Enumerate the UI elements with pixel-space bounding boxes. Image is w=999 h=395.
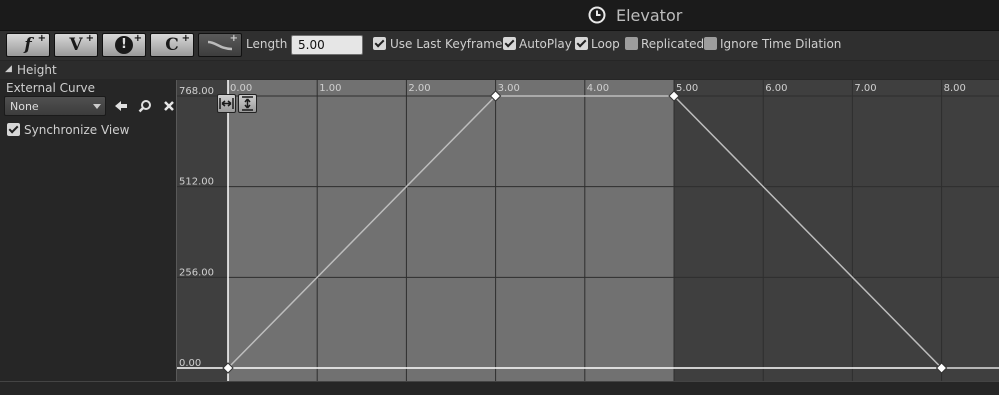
browse-asset-button[interactable] <box>137 98 153 114</box>
synchronize-view-label: Synchronize View <box>24 123 130 137</box>
close-icon <box>164 101 174 111</box>
add-event-track-button[interactable]: ! + <box>102 33 146 57</box>
x-tick-label: 5.00 <box>676 83 698 94</box>
x-tick-label: 3.00 <box>498 83 520 94</box>
y-tick-label: 256.00 <box>179 267 214 278</box>
replicated-label: Replicated <box>641 37 705 51</box>
use-selected-asset-button[interactable] <box>113 98 129 114</box>
x-tick-label: 6.00 <box>765 83 787 94</box>
x-tick-label: 4.00 <box>587 83 609 94</box>
collapse-arrow-icon[interactable]: ◢ <box>5 64 12 74</box>
add-float-track-button[interactable]: f + <box>6 33 50 57</box>
float-track-icon: f <box>24 35 32 55</box>
autoplay-label: AutoPlay <box>519 37 572 51</box>
y-tick-label: 512.00 <box>179 177 214 188</box>
replicated-checkbox[interactable] <box>625 37 638 50</box>
arrow-left-icon <box>115 101 127 111</box>
x-tick-label: 7.00 <box>854 83 876 94</box>
use-last-keyframe-checkbox[interactable] <box>373 37 386 50</box>
track-header[interactable]: ◢ Height <box>0 61 999 79</box>
chevron-down-icon <box>93 104 101 109</box>
x-tick-label: 8.00 <box>944 83 966 94</box>
length-label: Length <box>246 37 288 51</box>
add-vector-track-button[interactable]: V + <box>54 33 98 57</box>
color-track-icon: C <box>165 35 179 55</box>
track-name: Height <box>17 63 57 77</box>
event-track-icon: ! <box>115 36 133 54</box>
loop-label: Loop <box>591 37 620 51</box>
fit-horizontal-icon <box>219 98 234 109</box>
use-last-keyframe-label: Use Last Keyframe? <box>390 37 509 51</box>
autoplay-checkbox[interactable] <box>503 37 516 50</box>
fit-vertical-button[interactable] <box>238 94 257 113</box>
active-range-region <box>228 80 674 381</box>
magnifier-icon <box>138 100 151 113</box>
synchronize-view-checkbox[interactable] <box>7 123 20 136</box>
x-tick-label: 1.00 <box>319 83 341 94</box>
ignore-time-dilation-label: Ignore Time Dilation <box>720 37 842 51</box>
clear-asset-button[interactable] <box>161 98 177 114</box>
graph-bottom-bar <box>0 381 999 395</box>
vector-track-icon: V <box>69 35 83 55</box>
external-curve-label: External Curve <box>6 81 96 95</box>
x-tick-label: 0.00 <box>230 83 252 94</box>
x-tick-label: 2.00 <box>408 83 430 94</box>
fit-horizontal-button[interactable] <box>217 94 236 113</box>
external-curve-value: None <box>10 100 39 113</box>
window-title-text: Elevator <box>616 5 683 25</box>
curve-svg[interactable]: 0.00 1.00 2.00 3.00 4.00 5.00 6.00 7.00 8.00 768.… <box>177 80 999 381</box>
loop-checkbox[interactable] <box>575 37 588 50</box>
y-tick-label: 768.00 <box>179 86 214 97</box>
fit-vertical-icon <box>242 96 253 111</box>
curve-graph[interactable]: 0.00 1.00 2.00 3.00 4.00 5.00 6.00 7.00 8.00 768.… <box>176 80 999 381</box>
add-curve-asset-track-button[interactable]: + <box>198 33 242 57</box>
title-bar: Elevator <box>0 0 999 31</box>
clock-icon <box>588 6 606 24</box>
ignore-time-dilation-checkbox[interactable] <box>704 37 717 50</box>
timeline-toolbar: f + V + ! + C + + Length 5.00 Use Last Keyfr… <box>0 31 999 60</box>
external-curve-select[interactable]: None <box>4 96 106 116</box>
add-color-track-button[interactable]: C + <box>150 33 194 57</box>
length-input[interactable]: 5.00 <box>291 35 363 55</box>
window-title: Elevator <box>588 4 682 26</box>
